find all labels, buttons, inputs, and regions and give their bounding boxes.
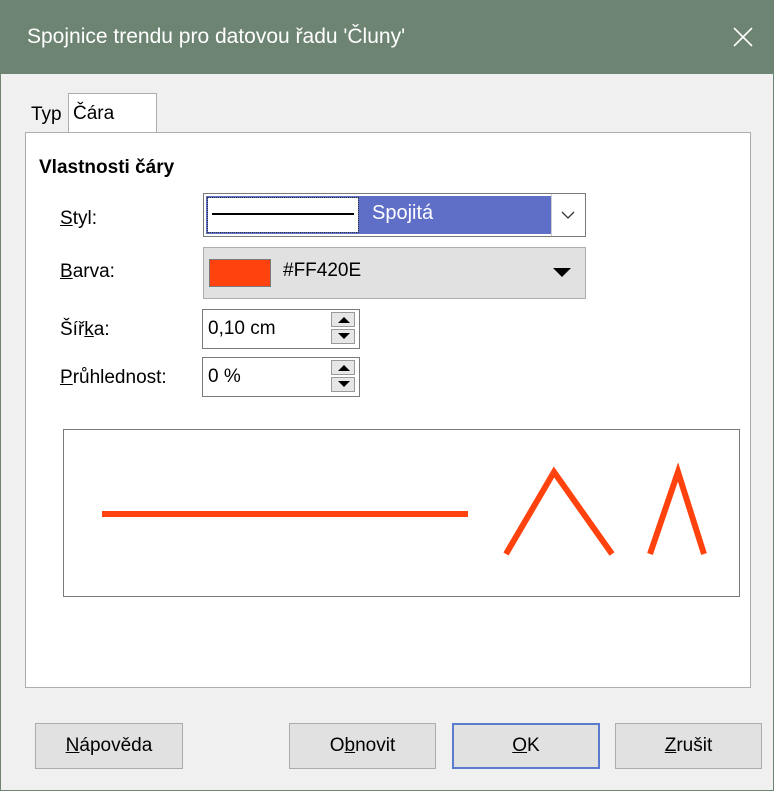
trendline-dialog: Spojnice trendu pro datovou řadu 'Čluny'…: [0, 0, 774, 791]
arrow-up-icon: [338, 365, 350, 371]
arrow-up-icon: [338, 317, 350, 323]
tab-cara[interactable]: Čára: [68, 93, 157, 135]
style-dropdown-button[interactable]: [551, 194, 585, 236]
transparency-label: Průhlednost:: [60, 367, 167, 388]
style-label: Styl:: [60, 208, 97, 229]
style-value: Spojitá: [372, 202, 434, 224]
help-button[interactable]: Nápověda: [35, 723, 183, 769]
color-value: #FF420E: [283, 260, 362, 281]
close-button[interactable]: [713, 1, 773, 74]
transparency-increment-button[interactable]: [331, 360, 355, 375]
color-swatch: [209, 259, 271, 287]
width-spinbox[interactable]: 0,10 cm: [202, 309, 360, 349]
chevron-down-icon: [561, 211, 575, 219]
preview-narrow-peak: [647, 462, 707, 555]
line-style-preview: [207, 197, 359, 233]
tab-typ[interactable]: Typ: [25, 97, 69, 133]
width-increment-button[interactable]: [331, 312, 355, 327]
transparency-decrement-button[interactable]: [331, 377, 355, 392]
width-decrement-button[interactable]: [331, 329, 355, 344]
preview-wide-peak: [503, 466, 615, 556]
line-preview-drawing: [102, 462, 707, 556]
line-preview: [63, 429, 740, 597]
title-bar: Spojnice trendu pro datovou řadu 'Čluny': [1, 1, 773, 74]
style-dropdown[interactable]: Spojitá: [203, 193, 586, 237]
window-title: Spojnice trendu pro datovou řadu 'Čluny': [27, 25, 406, 48]
color-dropdown[interactable]: #FF420E: [203, 247, 586, 299]
transparency-value[interactable]: 0 %: [208, 366, 241, 388]
arrow-down-icon: [338, 381, 350, 387]
close-icon: [733, 27, 753, 47]
arrow-down-icon: [338, 333, 350, 339]
cancel-button[interactable]: Zrušit: [615, 723, 762, 769]
line-tab-panel: Vlastnosti čáry Styl: Spojitá Barva: #FF…: [25, 132, 751, 688]
width-label: Šířka:: [60, 319, 110, 340]
width-value[interactable]: 0,10 cm: [208, 318, 276, 340]
color-label: Barva:: [60, 261, 115, 282]
section-heading: Vlastnosti čáry: [39, 157, 175, 178]
dropdown-arrow-icon: [553, 268, 571, 277]
reset-button[interactable]: Obnovit: [289, 723, 436, 769]
style-selected-item: Spojitá: [206, 196, 552, 234]
ok-button[interactable]: OK: [452, 723, 600, 769]
transparency-spinbox[interactable]: 0 %: [202, 357, 360, 397]
